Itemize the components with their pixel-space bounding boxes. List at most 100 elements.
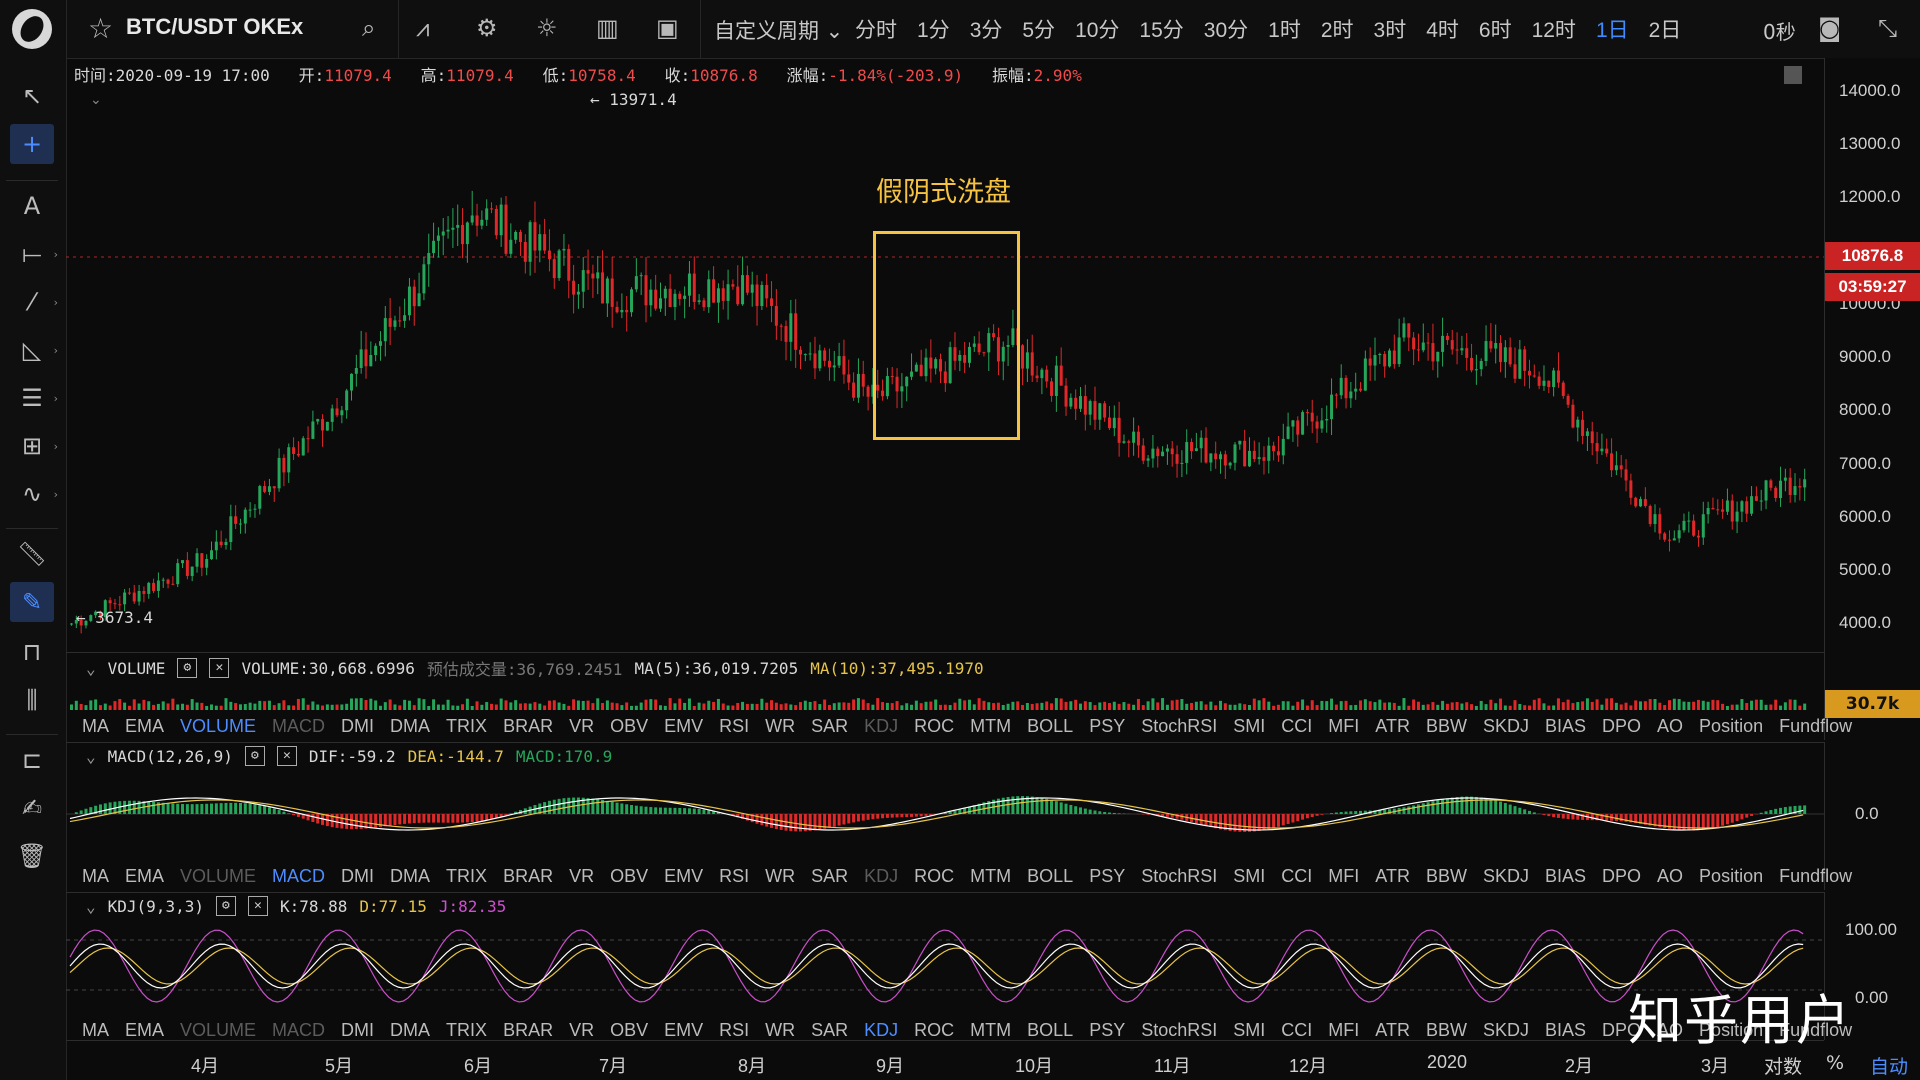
indicator-tab[interactable]: BBW <box>1426 1020 1467 1041</box>
period-tab[interactable]: 3分 <box>970 14 1003 44</box>
indicator-tab[interactable]: SAR <box>811 866 848 887</box>
indicator-tab[interactable]: VOLUME <box>180 866 256 887</box>
indicator-tab[interactable]: RSI <box>719 716 749 737</box>
indicator-tab[interactable]: CCI <box>1281 866 1312 887</box>
period-tab[interactable]: 2时 <box>1321 14 1354 44</box>
indicator-tab[interactable]: MTM <box>970 1020 1011 1041</box>
indicator-tab[interactable]: RSI <box>719 1020 749 1041</box>
indicator-tab[interactable]: MA <box>82 716 109 737</box>
parallel-lines-icon[interactable]: ☰ › <box>10 378 58 418</box>
line-tool-icon[interactable]: ⟝ › <box>10 234 58 274</box>
indicator-tab[interactable]: WR <box>765 1020 795 1041</box>
favorite-star-icon[interactable]: ☆ <box>88 12 113 45</box>
indicator-tab[interactable]: MA <box>82 1020 109 1041</box>
symbol-title[interactable]: BTC/USDT OKEx <box>126 14 303 40</box>
indicator-tab[interactable]: Position <box>1699 716 1763 737</box>
indicator-tab[interactable]: CCI <box>1281 1020 1312 1041</box>
indicator-tab[interactable]: BOLL <box>1027 866 1073 887</box>
triangle-tool-icon[interactable]: ◺ › <box>10 330 58 370</box>
indicator-tab[interactable]: AO <box>1657 716 1683 737</box>
indicator-tab[interactable]: SMI <box>1233 1020 1265 1041</box>
indicator-tab[interactable]: BRAR <box>503 1020 553 1041</box>
fullscreen-icon[interactable]: ⤡ <box>1878 14 1897 42</box>
trend-tool-icon[interactable]: ⁄ › <box>10 282 58 322</box>
indicator-tab[interactable]: DMI <box>341 716 374 737</box>
period-tab[interactable]: 分时 <box>855 14 897 44</box>
settings-gear-icon[interactable]: ⚙ <box>244 746 265 766</box>
indicator-tab[interactable]: VR <box>569 866 594 887</box>
indicator-tab[interactable]: MTM <box>970 716 1011 737</box>
bookmark-icon[interactable]: ⊏ <box>10 740 54 780</box>
collapse-chevron-icon[interactable]: ⌄ <box>86 747 96 766</box>
indicator-tab[interactable]: KDJ <box>864 1020 898 1041</box>
period-tab[interactable]: 6时 <box>1479 14 1512 44</box>
indicator-tab[interactable]: VR <box>569 1020 594 1041</box>
indicator-tab[interactable]: EMV <box>664 1020 703 1041</box>
indicator-tab[interactable]: BOLL <box>1027 716 1073 737</box>
indicator-tab[interactable]: ATR <box>1375 1020 1410 1041</box>
gear-icon[interactable]: ⚙ <box>476 14 498 42</box>
indicator-tab[interactable]: ATR <box>1375 866 1410 887</box>
grid-tool-icon[interactable]: ⊞ › <box>10 426 58 466</box>
cursor-arrow-icon[interactable]: ↖ <box>10 76 54 116</box>
indicator-tab[interactable]: MTM <box>970 866 1011 887</box>
indicator-tab[interactable]: Position <box>1699 866 1763 887</box>
period-tab[interactable]: 4时 <box>1426 14 1459 44</box>
indicator-icon[interactable]: ⩘ <box>416 14 430 42</box>
edit-list-icon[interactable]: ✍ <box>10 788 54 828</box>
indicator-tab[interactable]: OBV <box>610 866 648 887</box>
close-x-icon[interactable]: ✕ <box>209 658 230 678</box>
indicator-tab[interactable]: DPO <box>1602 866 1641 887</box>
chart-type-icon[interactable]: ▣ <box>656 14 679 42</box>
period-tab[interactable]: 15分 <box>1139 14 1183 44</box>
search-icon[interactable]: ⌕ <box>362 14 375 42</box>
indicator-tab[interactable]: VOLUME <box>180 716 256 737</box>
indicator-tab[interactable]: BIAS <box>1545 1020 1586 1041</box>
indicator-tab[interactable]: BIAS <box>1545 866 1586 887</box>
indicator-tab[interactable]: SKDJ <box>1483 866 1529 887</box>
period-tab[interactable]: 5分 <box>1022 14 1055 44</box>
layout-icon[interactable]: ▥ <box>596 14 619 42</box>
expand-icon[interactable] <box>1784 66 1802 84</box>
indicator-tab[interactable]: SMI <box>1233 866 1265 887</box>
indicator-tab[interactable]: PSY <box>1089 866 1125 887</box>
indicator-tab[interactable]: ATR <box>1375 716 1410 737</box>
indicator-tab[interactable]: MA <box>82 866 109 887</box>
indicator-tab[interactable]: KDJ <box>864 866 898 887</box>
close-x-icon[interactable]: ✕ <box>276 746 297 766</box>
indicator-tab[interactable]: BBW <box>1426 866 1467 887</box>
indicator-tab[interactable]: WR <box>765 716 795 737</box>
settings-gear-icon[interactable]: ⚙ <box>177 658 198 678</box>
period-tab[interactable]: 1分 <box>917 14 950 44</box>
indicator-tab[interactable]: BRAR <box>503 716 553 737</box>
indicator-tab[interactable]: MFI <box>1328 866 1359 887</box>
indicator-tab[interactable]: StochRSI <box>1141 1020 1217 1041</box>
indicator-tab[interactable]: BRAR <box>503 866 553 887</box>
indicator-tab[interactable]: BIAS <box>1545 716 1586 737</box>
indicator-tab[interactable]: VOLUME <box>180 1020 256 1041</box>
indicator-tab[interactable]: DMI <box>341 866 374 887</box>
time-axis[interactable]: 4月 5月 6月 7月 8月 9月 10月 11月 12月 2020 2月 3月 <box>66 1040 1824 1080</box>
indicator-tab[interactable]: MFI <box>1328 716 1359 737</box>
trash-icon[interactable]: 🗑︎ <box>10 836 54 876</box>
indicator-tab[interactable]: MACD <box>272 716 325 737</box>
percent-scale-toggle[interactable]: % <box>1826 1052 1844 1074</box>
indicator-tab[interactable]: OBV <box>610 716 648 737</box>
period-tab[interactable]: 2日 <box>1649 14 1682 44</box>
custom-period-dropdown[interactable]: 自定义周期 ⌄ <box>714 15 843 45</box>
period-tab[interactable]: 12时 <box>1532 14 1576 44</box>
indicator-tab[interactable]: SAR <box>811 716 848 737</box>
indicator-tab[interactable]: ROC <box>914 1020 954 1041</box>
indicator-tab[interactable]: DMA <box>390 716 430 737</box>
indicator-tab[interactable]: StochRSI <box>1141 716 1217 737</box>
indicator-tab[interactable]: ROC <box>914 716 954 737</box>
indicator-tab[interactable]: MFI <box>1328 1020 1359 1041</box>
indicator-tab[interactable]: BOLL <box>1027 1020 1073 1041</box>
ruler-icon[interactable]: 📏︎ <box>10 534 54 574</box>
indicator-tab[interactable]: DMI <box>341 1020 374 1041</box>
period-tab[interactable]: 3时 <box>1374 14 1407 44</box>
log-scale-toggle[interactable]: 对数 <box>1764 1052 1802 1079</box>
indicator-tab[interactable]: VR <box>569 716 594 737</box>
indicator-tab[interactable]: DPO <box>1602 716 1641 737</box>
text-tool-icon[interactable]: A <box>10 186 54 226</box>
